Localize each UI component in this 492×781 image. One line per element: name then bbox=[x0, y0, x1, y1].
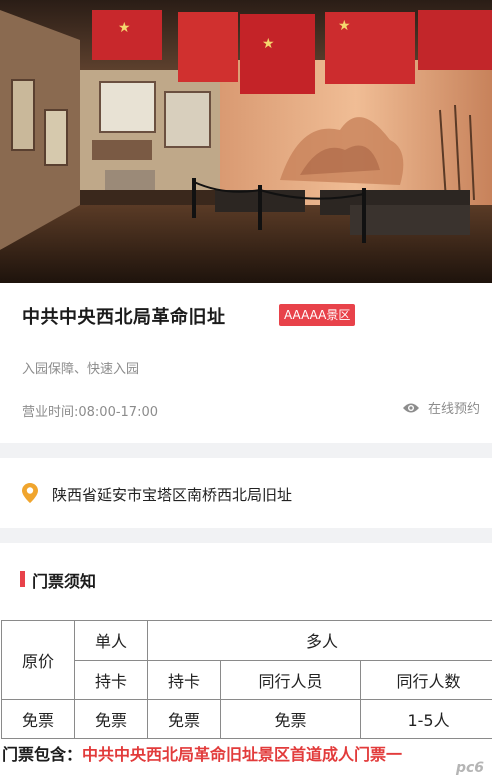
table-row-label: 原价 bbox=[1, 620, 75, 700]
section-marker bbox=[20, 571, 25, 587]
table-cell: 免票 bbox=[147, 699, 221, 739]
ticket-includes-label: 门票包含： bbox=[2, 745, 83, 764]
svg-text:★: ★ bbox=[262, 36, 275, 52]
ticket-includes-value: 中共中央西北局革命旧址景区首道成人门票一 bbox=[82, 745, 403, 764]
table-cell: 免票 bbox=[74, 699, 148, 739]
attraction-info-card: 中共中央西北局革命旧址 AAAAA景区 入园保障、快速入园 营业时间:08:00… bbox=[0, 283, 492, 443]
ticket-price-table: 原价 单人 多人 持卡 持卡 同行人员 同行人数 免票 免票 免票 免票 1-5… bbox=[1, 620, 492, 739]
online-reserve-button[interactable]: 在线预约 bbox=[402, 398, 480, 417]
location-pin-icon bbox=[22, 483, 38, 507]
table-cell: 免票 bbox=[1, 699, 75, 739]
ticket-notice-title: 门票须知 bbox=[32, 572, 97, 591]
eye-icon bbox=[402, 401, 420, 415]
table-header-group: 多人 bbox=[146, 620, 492, 661]
opening-hours: 营业时间:08:00-17:00 bbox=[22, 405, 158, 420]
hero-photo: ★ ★ ★ bbox=[0, 0, 492, 283]
section-divider bbox=[0, 443, 492, 458]
ticket-includes: 门票包含：中共中央西北局革命旧址景区首道成人门票一 bbox=[2, 741, 402, 765]
section-divider bbox=[0, 528, 492, 543]
attraction-title: 中共中央西北局革命旧址 bbox=[22, 307, 226, 328]
ticket-notice-section: 门票须知 原价 单人 多人 持卡 持卡 同行人员 同行人数 免票 免票 免票 免… bbox=[0, 543, 492, 781]
address-row[interactable]: 陕西省延安市宝塔区南桥西北局旧址 bbox=[0, 458, 492, 528]
table-subheader: 同行人数 bbox=[359, 659, 492, 700]
rating-badge: AAAAA景区 bbox=[279, 304, 356, 326]
table-subheader: 持卡 bbox=[147, 659, 221, 700]
online-reserve-label: 在线预约 bbox=[427, 402, 480, 417]
table-header-single: 单人 bbox=[74, 620, 148, 661]
svg-text:★: ★ bbox=[338, 18, 351, 34]
table-cell: 1-5人 bbox=[359, 699, 492, 739]
table-cell: 免票 bbox=[220, 699, 361, 739]
watermark-logo: pc6 bbox=[455, 760, 484, 776]
address-text: 陕西省延安市宝塔区南桥西北局旧址 bbox=[52, 486, 293, 504]
table-subheader: 同行人员 bbox=[220, 659, 361, 700]
svg-text:★: ★ bbox=[118, 20, 131, 36]
table-subheader: 持卡 bbox=[74, 659, 148, 700]
museum-interior-image: ★ ★ ★ bbox=[0, 0, 492, 283]
attraction-subtitle: 入园保障、快速入园 bbox=[22, 362, 140, 377]
